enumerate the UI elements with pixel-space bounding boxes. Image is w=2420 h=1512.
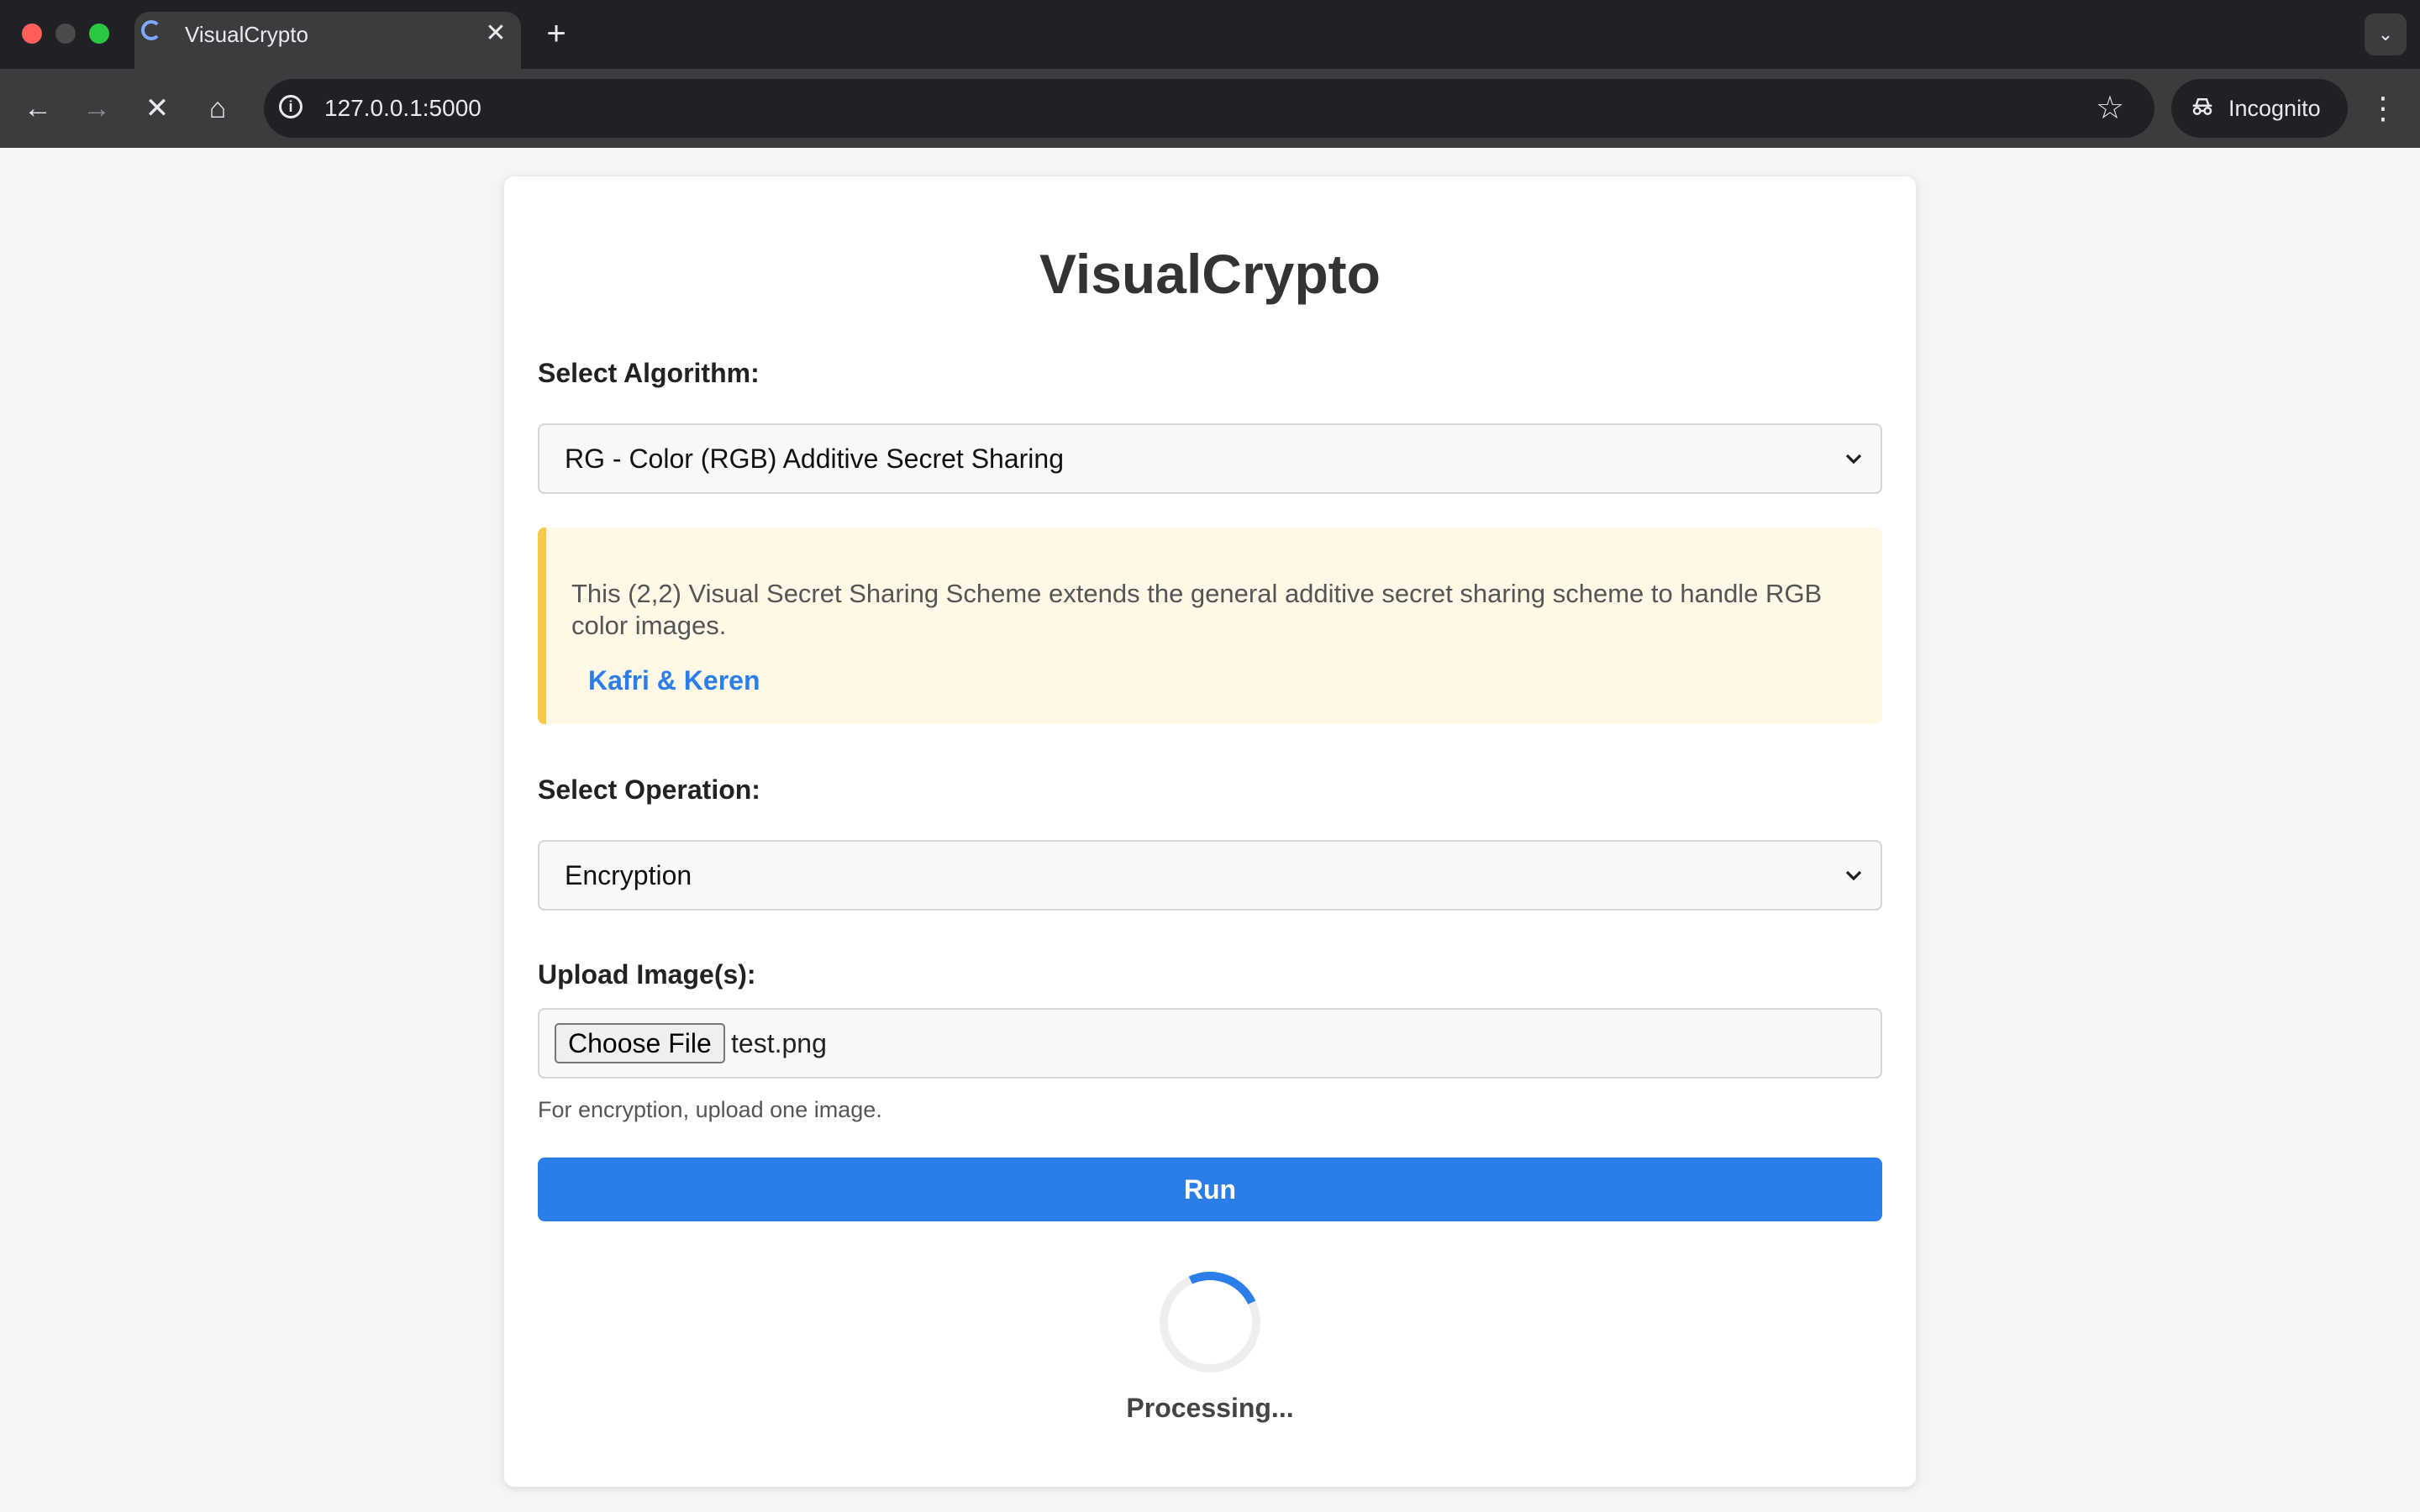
tab-loading-spinner-icon: [141, 20, 161, 40]
algorithm-label: Select Algorithm:: [538, 358, 760, 388]
browser-menu-button[interactable]: ⋮: [2368, 87, 2398, 129]
run-button[interactable]: Run: [538, 1158, 1882, 1221]
processing-status: Processing...: [1126, 1393, 1294, 1423]
main-card: VisualCrypto Select Algorithm: RG - Colo…: [504, 176, 1916, 1487]
selected-file-name: test.png: [731, 1028, 827, 1058]
incognito-icon: [2192, 98, 2212, 115]
reference-link[interactable]: Kafri & Keren: [588, 665, 760, 696]
window-close-button[interactable]: [22, 24, 42, 44]
new-tab-button[interactable]: +: [538, 15, 575, 52]
page-title: VisualCrypto: [1039, 243, 1381, 305]
file-input[interactable]: Choose File test.png: [538, 1008, 1882, 1079]
site-info-icon[interactable]: i: [279, 95, 302, 118]
operation-selected-value: Encryption: [565, 860, 692, 890]
forward-button[interactable]: →: [76, 87, 118, 129]
chevron-down-icon: [1845, 870, 1862, 881]
loading-spinner-icon: [1145, 1257, 1275, 1387]
choose-file-button[interactable]: Choose File: [555, 1023, 725, 1063]
operation-select[interactable]: Encryption: [538, 840, 1882, 911]
chevron-down-icon: [1845, 454, 1862, 465]
algorithm-description: This (2,2) Visual Secret Sharing Scheme …: [571, 579, 1823, 640]
tab-close-icon[interactable]: ✕: [481, 18, 511, 49]
algorithm-select[interactable]: RG - Color (RGB) Additive Secret Sharing: [538, 423, 1882, 494]
tab-search-button[interactable]: ⌄: [2365, 13, 2407, 55]
browser-tab-strip: VisualCrypto ✕ + ⌄: [0, 0, 2420, 69]
incognito-label: Incognito: [2228, 96, 2321, 121]
algorithm-selected-value: RG - Color (RGB) Additive Secret Sharing: [565, 444, 1064, 474]
home-button[interactable]: ⌂: [197, 87, 239, 129]
url-text[interactable]: 127.0.0.1:5000: [324, 95, 481, 122]
browser-toolbar: ← → ✕ ⌂ i 127.0.0.1:5000 ☆ Incognito ⋮: [0, 69, 2420, 148]
tab-title: VisualCrypto: [185, 22, 308, 47]
back-button[interactable]: ←: [17, 87, 59, 129]
stop-loading-button[interactable]: ✕: [136, 87, 178, 129]
upload-label: Upload Image(s):: [538, 959, 756, 990]
window-minimize-button[interactable]: [55, 24, 76, 44]
bookmark-star-icon[interactable]: ☆: [2096, 89, 2124, 128]
address-bar[interactable]: i 127.0.0.1:5000 ☆: [264, 79, 2154, 138]
incognito-indicator[interactable]: Incognito: [2171, 79, 2348, 138]
algorithm-info-box: This (2,2) Visual Secret Sharing Scheme …: [538, 528, 1882, 724]
window-maximize-button[interactable]: [89, 24, 109, 44]
operation-label: Select Operation:: [538, 774, 760, 805]
upload-hint: For encryption, upload one image.: [538, 1097, 882, 1122]
